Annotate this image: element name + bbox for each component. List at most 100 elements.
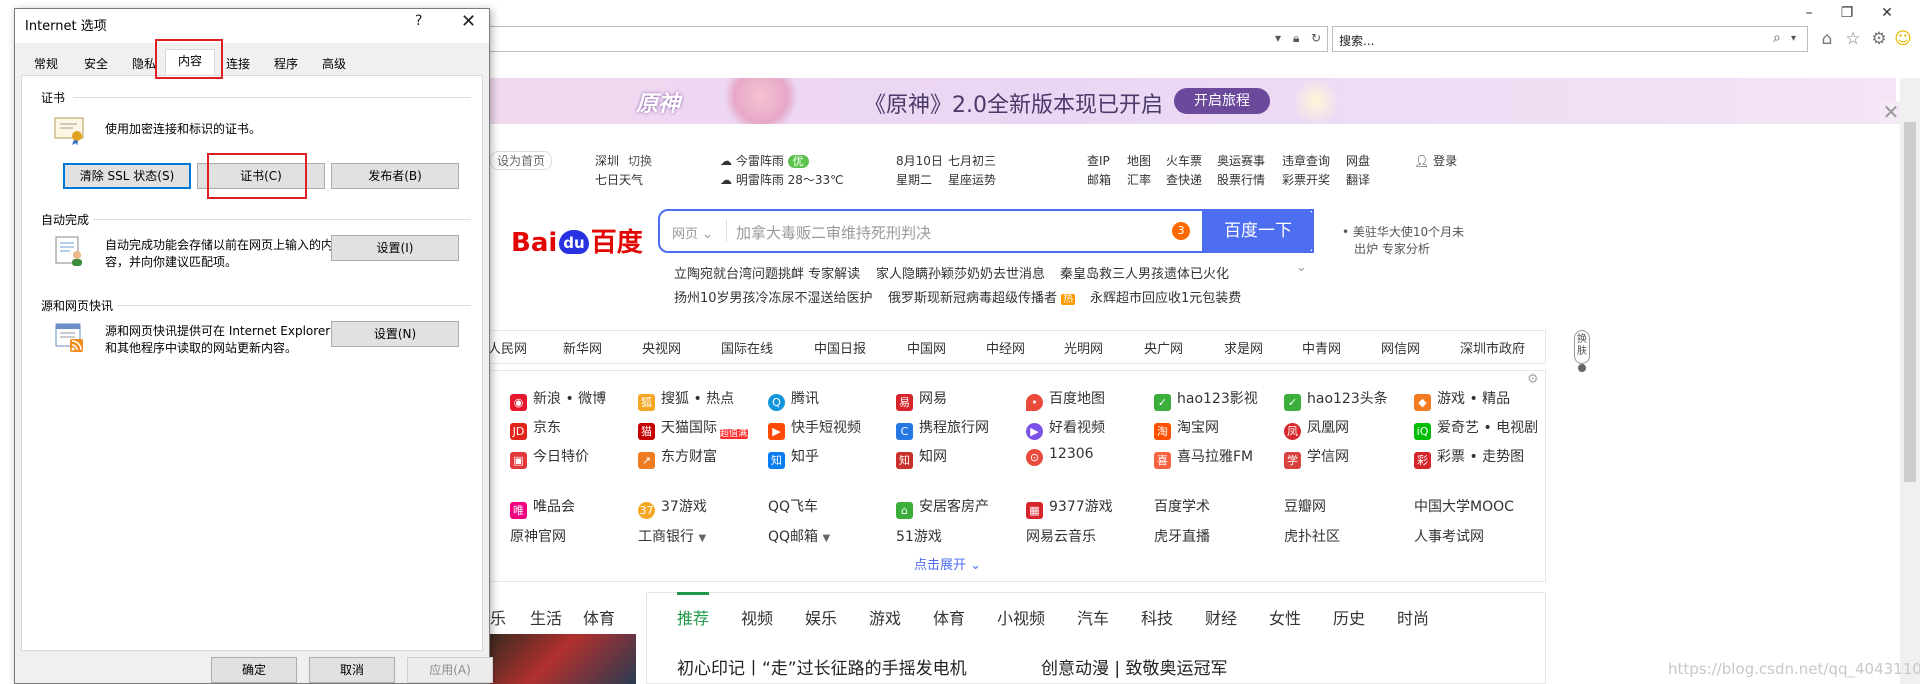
site-link[interactable]: 虎牙直播	[1154, 526, 1210, 546]
scrollbar-thumb[interactable]	[1904, 122, 1916, 482]
baidu-search-button[interactable]: 百度一下	[1202, 209, 1314, 253]
tool-link[interactable]: 邮箱	[1087, 171, 1111, 188]
left-tab[interactable]: 生活	[530, 605, 562, 629]
tab-connections[interactable]: 连接	[219, 53, 257, 75]
site-link[interactable]: ◉ 新浪 • 微博	[510, 388, 606, 411]
site-link[interactable]: 喜喜马拉雅FM	[1154, 446, 1253, 469]
tool-link[interactable]: 奥运赛事	[1217, 152, 1265, 169]
site-link[interactable]: 彩彩票 • 走势图	[1414, 446, 1524, 469]
hot-news-item[interactable]: 扬州10岁男孩冷冻尿不湿送给医护	[674, 287, 873, 306]
clear-ssl-button[interactable]: 清除 SSL 状态(S)	[63, 163, 191, 189]
site-link[interactable]: QQ邮箱 ▼	[768, 526, 830, 546]
nav-link[interactable]: 深圳市政府	[1460, 338, 1525, 357]
login-link[interactable]: 👤︎ 登录	[1414, 152, 1457, 169]
expand-link[interactable]: 点击展开 ⌄	[914, 554, 981, 573]
chevron-down-icon[interactable]: ⌄	[1296, 260, 1307, 275]
news-tab[interactable]: 时尚	[1397, 605, 1429, 629]
site-link[interactable]: 网易云音乐	[1026, 526, 1096, 546]
tool-link[interactable]: 翻译	[1346, 171, 1370, 188]
seven-day-weather-link[interactable]: 七日天气	[595, 171, 643, 188]
banner-close-icon[interactable]: ✕	[1880, 102, 1902, 124]
hot-news-item[interactable]: 永辉超市回应收1元包装费	[1090, 287, 1241, 306]
dropdown-icon[interactable]: ▾	[1275, 31, 1281, 45]
site-link[interactable]: 易网易	[896, 388, 947, 411]
baidu-logo[interactable]: Bai du 百度	[511, 222, 643, 259]
dialog-close-button[interactable]: ✕	[461, 11, 476, 32]
site-link[interactable]: iQ 爱奇艺 • 电视剧	[1414, 417, 1538, 440]
news-headline[interactable]: 创意动漫 | 致敬奥运冠军	[1041, 654, 1228, 679]
hot-news-item[interactable]: 家人隐瞒孙颖莎奶奶去世消息	[876, 263, 1045, 282]
tab-advanced[interactable]: 高级	[315, 53, 353, 75]
ok-button[interactable]: 确定	[211, 657, 297, 683]
news-tab[interactable]: 小视频	[997, 605, 1045, 629]
tool-link[interactable]: 查快递	[1166, 171, 1202, 188]
site-link[interactable]: 豆瓣网	[1284, 496, 1326, 516]
side-news-line2[interactable]: 出炉 专家分析	[1354, 240, 1430, 257]
horoscope-link[interactable]: 星座运势	[948, 171, 996, 188]
site-link[interactable]: ▦ 9377游戏	[1026, 496, 1113, 519]
site-link[interactable]: 知知乎	[768, 446, 819, 469]
site-link[interactable]: • 百度地图	[1026, 388, 1105, 411]
apply-button[interactable]: 应用(A)	[407, 657, 493, 683]
nav-link[interactable]: 求是网	[1224, 338, 1263, 357]
refresh-icon[interactable]: ↻	[1311, 31, 1321, 45]
left-tab[interactable]: 乐	[490, 605, 506, 629]
news-tab[interactable]: 科技	[1141, 605, 1173, 629]
site-link[interactable]: 51游戏	[896, 526, 942, 546]
news-tab[interactable]: 历史	[1333, 605, 1365, 629]
nav-link[interactable]: 人民网	[488, 338, 527, 357]
site-link[interactable]: 工商银行 ▼	[638, 526, 706, 546]
site-link[interactable]: ▶ 快手短视频	[768, 417, 861, 440]
site-link[interactable]: C 携程旅行网	[896, 417, 989, 440]
news-headline[interactable]: 初心印记丨“走”过长征路的手摇发电机	[677, 654, 967, 679]
site-link[interactable]: JD 京东	[510, 417, 561, 440]
tool-link[interactable]: 违章查询	[1282, 152, 1330, 169]
news-tab[interactable]: 女性	[1269, 605, 1301, 629]
smiley-icon[interactable]: ☺	[1892, 28, 1914, 50]
tool-link[interactable]: 查IP	[1087, 152, 1110, 169]
site-link[interactable]: QQ飞车	[768, 496, 818, 516]
site-link[interactable]: ✓ hao123影视	[1154, 388, 1258, 411]
nav-link[interactable]: 新华网	[563, 338, 602, 357]
tool-link[interactable]: 股票行情	[1217, 171, 1265, 188]
nav-link[interactable]: 中经网	[986, 338, 1025, 357]
feeds-settings-button[interactable]: 设置(N)	[331, 321, 459, 347]
hot-news-item[interactable]: 立陶宛就台湾问题挑衅 专家解读	[674, 263, 860, 282]
site-link[interactable]: 知知网	[896, 446, 947, 469]
news-tab[interactable]: 游戏	[869, 605, 901, 629]
hot-news-item[interactable]: 秦皇岛救三人男孩遗体已火化	[1060, 263, 1229, 282]
nav-link[interactable]: 光明网	[1064, 338, 1103, 357]
site-link[interactable]: ▣ 今日特价	[510, 446, 589, 469]
site-link[interactable]: ⊙ 12306	[1026, 446, 1094, 466]
nav-link[interactable]: 中国日报	[814, 338, 866, 357]
home-icon[interactable]: ⌂	[1816, 28, 1838, 50]
restore-button[interactable]: ❐	[1834, 2, 1860, 24]
news-tab[interactable]: 体育	[933, 605, 965, 629]
banner-cta-button[interactable]: 开启旅程	[1174, 88, 1270, 114]
nav-link[interactable]: 国际在线	[721, 338, 773, 357]
search-box[interactable]: 搜索... ⌕ ▾	[1332, 26, 1808, 52]
tool-link[interactable]: 火车票	[1166, 152, 1202, 169]
settings-gear-icon[interactable]: ⚙	[1527, 372, 1539, 387]
search-type-select[interactable]: 网页 ⌄	[672, 223, 713, 242]
site-link[interactable]: 唯唯品会	[510, 496, 575, 519]
help-button[interactable]: ?	[415, 13, 422, 29]
left-tab[interactable]: 体育	[583, 605, 615, 629]
site-link[interactable]: 人事考试网	[1414, 526, 1484, 546]
publishers-button[interactable]: 发布者(B)	[331, 163, 459, 189]
nav-link[interactable]: 中国网	[907, 338, 946, 357]
nav-link[interactable]: 中青网	[1302, 338, 1341, 357]
news-tab[interactable]: 财经	[1205, 605, 1237, 629]
tab-general[interactable]: 常规	[27, 53, 65, 75]
promo-banner[interactable]: 原神 《原神》2.0全新版本现已开启 开启旅程	[486, 78, 1896, 124]
switch-city-link[interactable]: 切换	[628, 152, 652, 169]
skin-change-button[interactable]: 换肤	[1574, 330, 1590, 364]
search-dropdown-icon[interactable]: ▾	[1791, 33, 1796, 44]
site-link[interactable]: 狐搜狐 • 热点	[638, 388, 734, 411]
site-link[interactable]: 淘淘宝网	[1154, 417, 1219, 440]
favorites-star-icon[interactable]: ☆	[1842, 28, 1864, 50]
site-link[interactable]: 凤凤凰网	[1284, 417, 1349, 440]
tool-link[interactable]: 地图	[1127, 152, 1151, 169]
autocomplete-settings-button[interactable]: 设置(I)	[331, 235, 459, 261]
site-link[interactable]: ↗ 东方财富	[638, 446, 717, 469]
